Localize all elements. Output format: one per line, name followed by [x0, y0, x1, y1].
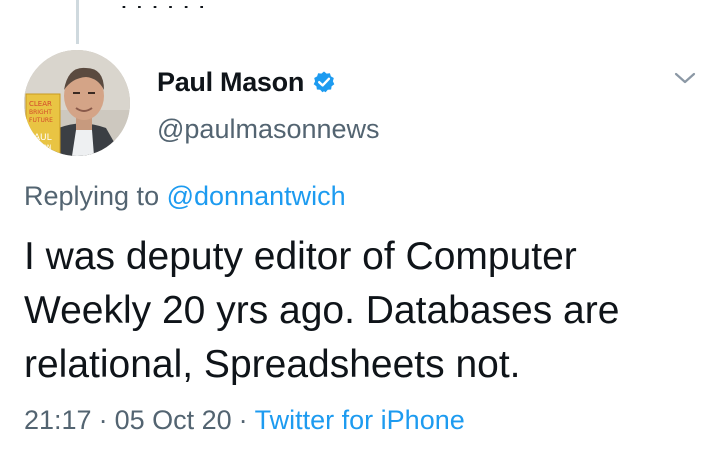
- replying-to-handle-link[interactable]: @donnantwich: [167, 181, 346, 211]
- book-cover-text-paul: PAUL: [29, 133, 52, 143]
- tweet-text-line: I was deputy editor of Computer: [24, 235, 577, 278]
- chevron-down-icon[interactable]: [671, 64, 699, 92]
- meta-separator: ·: [238, 405, 248, 435]
- meta-separator: ·: [98, 405, 108, 435]
- book-cover-text-mason: MASON: [29, 144, 51, 151]
- tweet-text: I was deputy editor of Computer Weekly 2…: [24, 230, 714, 392]
- replying-to-label: Replying to: [24, 181, 160, 211]
- tweet-text-line: Weekly 20 yrs ago. Databases are: [24, 289, 620, 332]
- tweet-text-line: relational, Spreadsheets not.: [24, 343, 521, 386]
- replying-to: Replying to @donnantwich: [24, 181, 346, 212]
- previous-tweet-cut-off: , . . . . ,: [120, 0, 720, 8]
- thread-connector-line: [76, 0, 79, 44]
- book-cover-text-clear: CLEAR: [29, 100, 52, 108]
- tweet-source-link[interactable]: Twitter for iPhone: [255, 405, 465, 435]
- tweet-meta: 21:17 · 05 Oct 20 · Twitter for iPhone: [24, 405, 465, 436]
- tweet-date[interactable]: 05 Oct 20: [115, 405, 232, 435]
- avatar[interactable]: CLEAR BRIGHT FUTURE PAUL MASON: [24, 50, 130, 156]
- book-cover-text-future: FUTURE: [29, 117, 53, 124]
- verified-badge-icon: [312, 70, 336, 94]
- tweet-detail: , . . . . , CLEAR BRIGHT: [0, 0, 720, 452]
- tweet-time[interactable]: 21:17: [24, 405, 92, 435]
- author-name-row[interactable]: Paul Mason: [157, 62, 336, 102]
- author-handle[interactable]: @paulmasonnews: [157, 114, 380, 145]
- author-display-name[interactable]: Paul Mason: [157, 67, 304, 98]
- book-cover-text-bright: BRIGHT: [29, 109, 52, 116]
